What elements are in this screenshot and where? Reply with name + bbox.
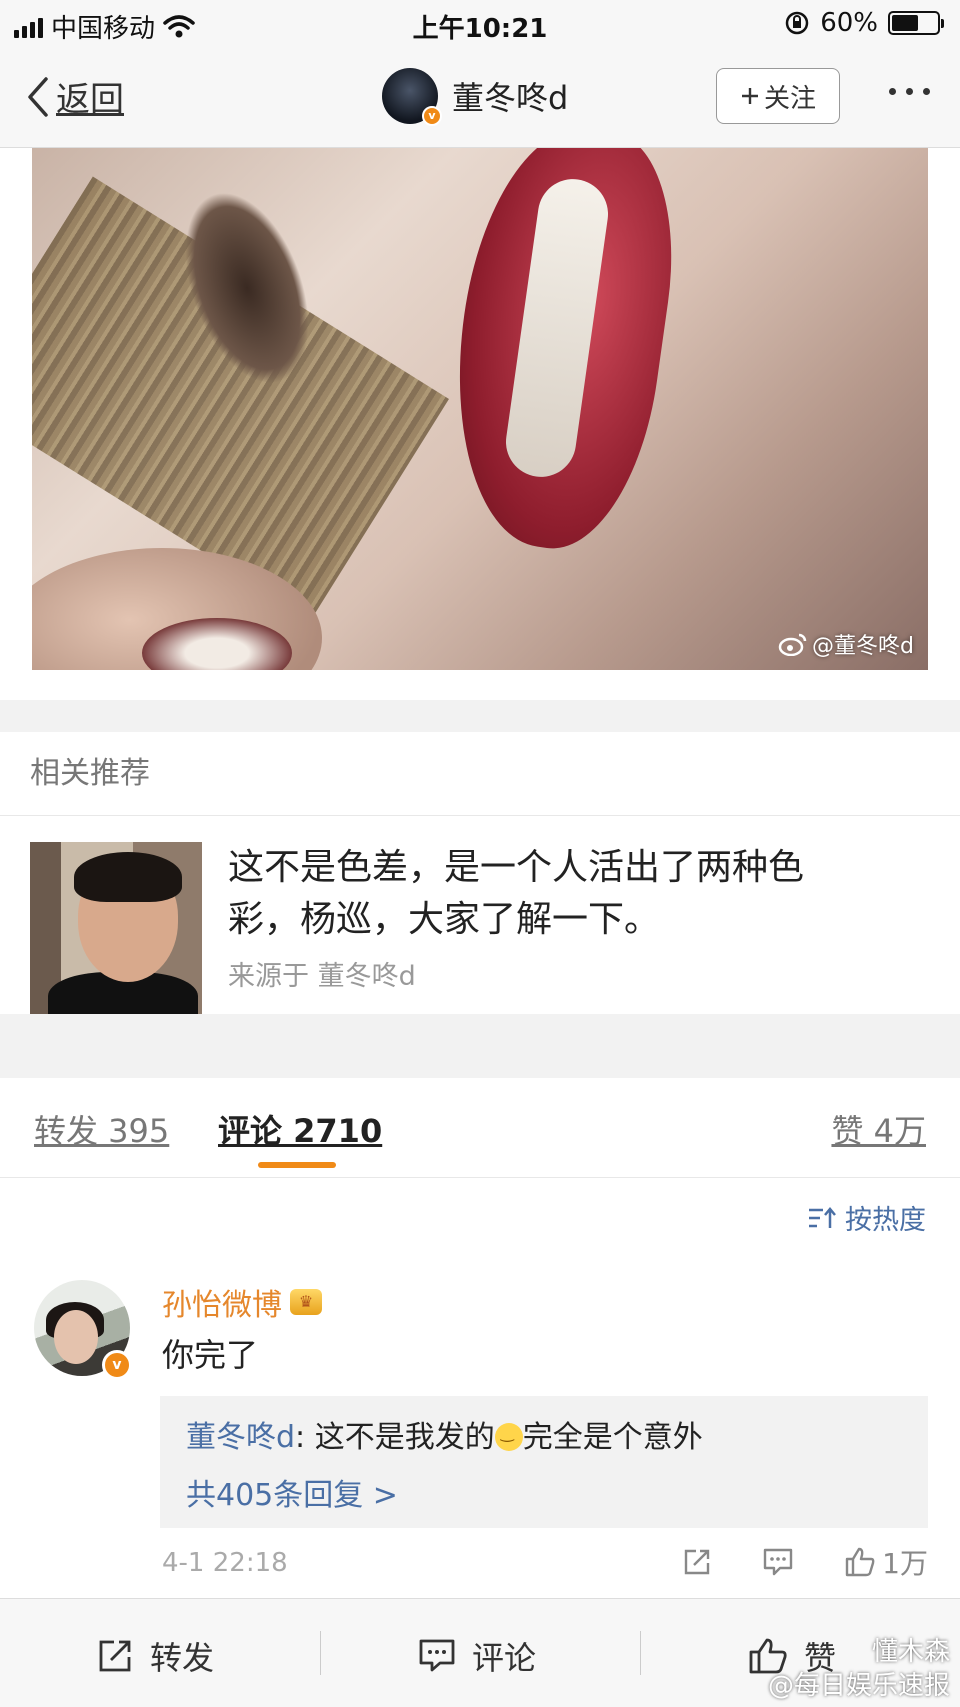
view-replies-link[interactable]: 共405条回复 >: [186, 1470, 902, 1514]
post-image[interactable]: @董冬咚d: [32, 148, 928, 670]
reply-text-after: 完全是个意外: [522, 1420, 703, 1455]
battery-fill: [892, 15, 919, 31]
avatar[interactable]: v: [382, 68, 442, 126]
comment-actions: 1万: [682, 1542, 928, 1582]
comment-user-name[interactable]: 孙怡微博: [162, 1280, 282, 1324]
comment-time: 4-1 22:18: [162, 1548, 288, 1578]
related-thumbnail[interactable]: [30, 842, 202, 1014]
back-button[interactable]: 返回: [26, 72, 124, 121]
tab-indicator: [258, 1162, 336, 1168]
weibo-post-page: 中国移动 上午10:21 60% 返回 v 董冬咚d 关注 @董冬咚d 相关推荐…: [0, 0, 960, 1707]
sort-label: 按热度: [845, 1205, 926, 1236]
reply-line: 董冬咚d: 这不是我发的完全是个意外: [186, 1412, 902, 1456]
weibo-logo-icon: [778, 633, 807, 656]
related-title[interactable]: 这不是色差，是一个人活出了两种色彩，杨巡，大家了解一下。: [228, 842, 868, 946]
comment-label: 评论: [472, 1639, 537, 1677]
comments-section: 按热度 v 孙怡微博 ♛ 你完了 董冬咚d: 这不是我发的完全是个意外 共405…: [0, 1178, 960, 1598]
rotation-lock-icon: [785, 11, 809, 35]
status-right: 60%: [784, 8, 944, 38]
thumbs-up-icon: [845, 1547, 875, 1577]
related-text: 这不是色差，是一个人活出了两种色彩，杨巡，大家了解一下。 来源于 董冬咚d: [228, 842, 868, 1014]
nav-user[interactable]: v 董冬咚d: [382, 68, 569, 126]
comment-icon: [419, 1639, 455, 1672]
post-image-container: @董冬咚d: [0, 148, 960, 700]
related-item[interactable]: 这不是色差，是一个人活出了两种色彩，杨巡，大家了解一下。 来源于 董冬咚d: [30, 842, 868, 1014]
battery-percent: 60%: [820, 8, 878, 38]
watermark-text: @董冬咚d: [812, 634, 914, 659]
status-bar: 中国移动 上午10:21 60%: [0, 0, 960, 50]
follow-button[interactable]: 关注: [716, 68, 840, 124]
chevron-left-icon: [28, 76, 48, 117]
comment-user[interactable]: 孙怡微博 ♛: [162, 1280, 322, 1324]
comment-text: 你完了: [162, 1336, 259, 1374]
share-icon[interactable]: [682, 1547, 712, 1577]
interaction-tabs: 转发 395 评论 2710 赞 4万: [0, 1078, 960, 1178]
reply-box[interactable]: 董冬咚d: 这不是我发的完全是个意外 共405条回复 >: [160, 1396, 928, 1528]
footer-watermark-line1: 懂木森: [871, 1637, 950, 1667]
nav-user-name: 董冬咚d: [452, 79, 569, 117]
comment-button[interactable]: 评论: [418, 1633, 536, 1679]
battery-icon: [888, 11, 944, 35]
repost-label: 转发: [150, 1639, 215, 1677]
more-options-icon[interactable]: [889, 88, 930, 95]
sort-button[interactable]: 按热度: [807, 1198, 926, 1237]
plus-icon: [741, 88, 758, 104]
related-section: 相关推荐 这不是色差，是一个人活出了两种色彩，杨巡，大家了解一下。 来源于 董冬…: [0, 732, 960, 1014]
comment-like-count: 1万: [882, 1547, 928, 1580]
footer-watermark-line2: @每日娱乐速报: [767, 1671, 950, 1701]
comment-icon[interactable]: [762, 1547, 794, 1577]
comment-like-button[interactable]: 1万: [844, 1542, 928, 1582]
nav-bar: 返回 v 董冬咚d 关注: [0, 50, 960, 148]
reply-text-before: : 这不是我发的: [295, 1420, 495, 1455]
related-header: 相关推荐: [0, 732, 960, 816]
smiley-icon: [494, 1423, 523, 1451]
related-source: 来源于 董冬咚d: [228, 961, 416, 992]
tab-like[interactable]: 赞 4万: [831, 1106, 926, 1152]
back-label: 返回: [56, 80, 124, 120]
reply-author[interactable]: 董冬咚d: [186, 1420, 295, 1455]
follow-label: 关注: [763, 83, 816, 114]
verified-badge-icon: v: [102, 1350, 132, 1380]
repost-icon: [99, 1640, 131, 1672]
crown-icon: ♛: [290, 1289, 322, 1315]
sort-icon: [809, 1206, 836, 1228]
footer-watermark: 懂木森 @每日娱乐速报: [768, 1635, 950, 1703]
image-watermark: @董冬咚d: [778, 628, 914, 660]
tab-repost[interactable]: 转发 395: [34, 1106, 169, 1152]
verified-badge-icon: v: [422, 106, 442, 126]
tab-comment[interactable]: 评论 2710: [218, 1106, 382, 1152]
repost-button[interactable]: 转发: [96, 1633, 214, 1679]
bottom-action-bar: 转发 评论 赞 懂木森 @每日娱乐速报: [0, 1598, 960, 1707]
